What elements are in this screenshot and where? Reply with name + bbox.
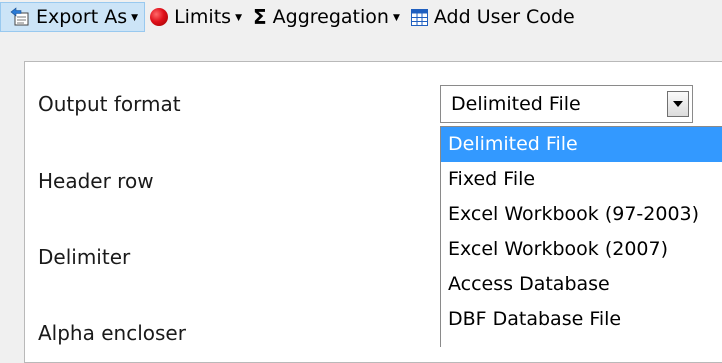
export-icon [10,7,29,26]
option-excel-2007[interactable]: Excel Workbook (2007) [441,232,722,267]
dropdown-button[interactable] [667,91,689,117]
add-user-code-label: Add User Code [433,6,575,28]
chevron-down-icon: ▼ [131,13,139,23]
aggregation-button[interactable]: Σ Aggregation ▼ [248,2,406,32]
output-format-value: Delimited File [451,93,581,115]
add-user-code-button[interactable]: Add User Code [406,2,578,32]
option-dbf-database-file[interactable]: DBF Database File [441,302,722,337]
delimiter-label: Delimiter [38,245,131,269]
limits-label: Limits [174,6,232,28]
option-access-database[interactable]: Access Database [441,267,722,302]
stop-icon [150,8,169,26]
output-format-dropdown-list: Delimited File Fixed File Excel Workbook… [440,126,722,347]
grid-icon [410,8,428,26]
aggregation-label: Aggregation [272,6,389,28]
alpha-encloser-label: Alpha encloser [38,321,186,345]
option-delimited-file[interactable]: Delimited File [441,127,722,162]
chevron-down-icon: ▼ [235,13,242,23]
toolbar: Export As ▼ Limits ▼ Σ Aggregation ▼ Add… [0,0,722,34]
sigma-icon: Σ [252,5,267,29]
option-excel-97-2003[interactable]: Excel Workbook (97-2003) [441,197,722,232]
export-as-button[interactable]: Export As ▼ [0,2,146,32]
output-format-select[interactable]: Delimited File [440,85,693,123]
output-format-label: Output format [38,92,181,116]
header-row-label: Header row [38,169,154,193]
chevron-down-icon [673,101,683,107]
limits-button[interactable]: Limits ▼ [145,2,248,32]
export-as-label: Export As [36,6,128,28]
chevron-down-icon: ▼ [392,13,400,23]
option-fixed-file[interactable]: Fixed File [441,162,722,197]
